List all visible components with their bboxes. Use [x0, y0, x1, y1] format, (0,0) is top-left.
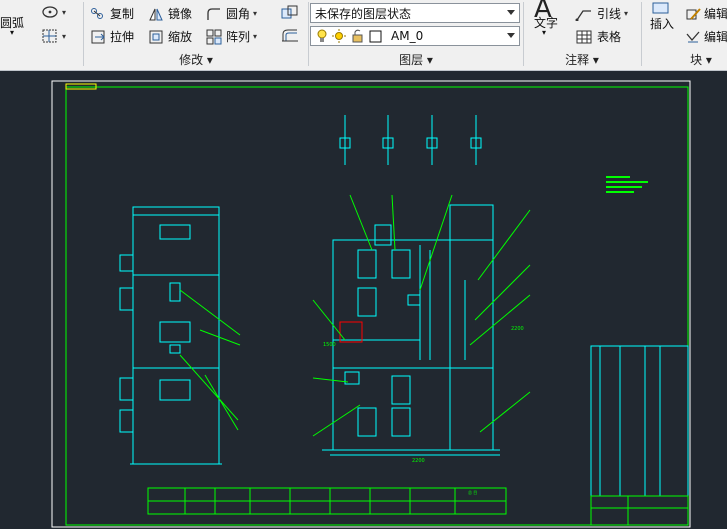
circle-button[interactable]: ▾ [41, 5, 66, 19]
layer-state-value: 未保存的图层状态 [315, 6, 412, 21]
chevron-down-icon [507, 10, 515, 15]
copy-button[interactable]: 复制 [90, 5, 134, 22]
bottom-table-title: 总 目 [468, 489, 477, 495]
block-edit-icon [686, 7, 701, 20]
current-layer-value: AM_0 [391, 29, 424, 43]
stretch-icon [91, 30, 105, 43]
explode-icon [281, 5, 298, 19]
annotation-panel-label[interactable]: 注释 ▾ [524, 52, 640, 68]
highlighted-region [339, 321, 363, 343]
circle-icon [42, 6, 58, 18]
single-line-schematic [339, 115, 482, 165]
table-icon [576, 30, 592, 43]
fillet-icon [207, 7, 220, 20]
chevron-down-icon [507, 33, 515, 38]
scale-icon [149, 30, 163, 43]
cabinet-front-view [119, 206, 222, 465]
fillet-label: 圆角 [226, 7, 251, 21]
insert-button[interactable]: 插入 [650, 15, 674, 32]
bottom-table [147, 487, 507, 515]
table-label: 表格 [597, 30, 622, 44]
drawing-frame [65, 86, 689, 526]
edit-attribute-button[interactable]: 编辑 [685, 28, 727, 45]
color-swatch-icon [369, 30, 382, 43]
annotation-label-text: 注释 [565, 53, 590, 67]
callout-leaders-left [179, 289, 241, 431]
dimension-side: 1500 [323, 342, 336, 348]
layers-panel-label[interactable]: 图层 ▾ [309, 52, 523, 68]
sheet-border [51, 80, 691, 528]
array-button[interactable]: 阵列 ▾ [206, 28, 257, 45]
stretch-label: 拉伸 [110, 30, 135, 44]
hatch-button[interactable]: ▾ [41, 28, 66, 44]
layer-combo[interactable]: AM_0 [310, 26, 520, 46]
insert-icon[interactable] [650, 2, 672, 14]
cabinet-section-view [322, 204, 500, 456]
scale-button[interactable]: 缩放 [148, 28, 192, 45]
array-icon [206, 29, 222, 44]
leader-icon [575, 9, 591, 21]
dimension-right: 2200 [511, 326, 524, 332]
layer-state-icons [317, 29, 382, 43]
ribbon: 圆弧 ▾ ▾ ▾ 复制 镜像 圆角 ▾ 拉伸 缩放 阵列 ▾ 修改 ▾ 未保存的… [0, 0, 727, 71]
text-dropdown[interactable]: ▾ [542, 28, 546, 37]
notes-block [606, 176, 648, 193]
edit-attribute-icon [686, 31, 700, 42]
modify-panel-label[interactable]: 修改 ▾ [84, 52, 308, 68]
dimension-bottom: 2200 [412, 458, 425, 464]
offset-icon [282, 29, 298, 42]
sun-icon [332, 29, 346, 43]
scale-label: 缩放 [168, 30, 193, 44]
drawing-canvas[interactable]: 2200 1500 2200 总 目 [0, 71, 727, 529]
block-label-text: 块 [690, 53, 703, 67]
table-button[interactable]: 表格 [575, 28, 621, 45]
parts-table [590, 345, 689, 497]
copy-icon [91, 7, 103, 19]
callout-leaders-right [312, 194, 531, 437]
block-edit-label: 编辑 [704, 7, 727, 21]
explode-button[interactable] [280, 4, 300, 20]
block-edit-button[interactable]: 编辑 [685, 5, 727, 22]
title-block [590, 495, 689, 526]
mirror-button[interactable]: 镜像 [148, 5, 192, 22]
offset-button[interactable] [280, 27, 300, 43]
array-label: 阵列 [226, 30, 251, 44]
mirror-icon [149, 8, 163, 20]
stretch-button[interactable]: 拉伸 [90, 28, 134, 45]
lightbulb-icon [317, 29, 327, 42]
edit-attribute-label: 编辑 [704, 30, 727, 44]
unlock-icon [352, 29, 363, 43]
insert-label: 插入 [650, 17, 675, 31]
layers-label-text: 图层 [399, 53, 424, 67]
modify-label-text: 修改 [179, 53, 204, 67]
block-panel-label[interactable]: 块 ▾ [642, 52, 727, 68]
mirror-label: 镜像 [168, 7, 193, 21]
copy-label: 复制 [110, 7, 135, 21]
fillet-button[interactable]: 圆角 ▾ [206, 5, 257, 22]
leader-label: 引线 [597, 7, 622, 21]
leader-button[interactable]: 引线 ▾ [575, 5, 628, 22]
arc-dropdown[interactable]: ▾ [10, 28, 14, 37]
layer-state-combo[interactable]: 未保存的图层状态 [310, 3, 520, 23]
hatch-icon [42, 29, 57, 43]
